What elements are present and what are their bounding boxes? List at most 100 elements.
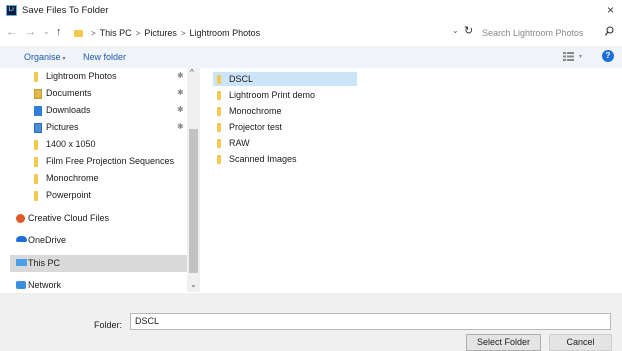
folder-icon [217, 107, 221, 116]
search-input[interactable]: Search Lightroom Photos [477, 24, 618, 40]
sidebar-item-label: Monochrome [46, 173, 99, 183]
scroll-up-icon[interactable]: ^ [190, 68, 194, 77]
breadcrumb-this-pc[interactable]: This PC [100, 28, 132, 38]
sidebar-item-label: Pictures [46, 122, 79, 132]
address-bar[interactable]: > This PC > Pictures > Lightroom Photos [74, 26, 462, 40]
folder-list-item[interactable]: Scanned Images [213, 152, 357, 166]
organise-label: Organise [24, 52, 61, 62]
view-dropdown-icon[interactable]: ▾ [579, 53, 582, 60]
select-folder-button[interactable]: Select Folder [466, 334, 541, 351]
cancel-button[interactable]: Cancel [549, 334, 612, 351]
sidebar-item[interactable]: Powerpoint [10, 187, 187, 204]
sidebar-item-label: This PC [28, 258, 61, 268]
nav-scrollbar-thumb[interactable] [189, 129, 198, 273]
search-placeholder: Search Lightroom Photos [482, 28, 584, 38]
folder-icon [74, 29, 83, 37]
sidebar-item-label: OneDrive [28, 235, 67, 245]
save-files-dialog: Lr Save Files To Folder × ← → ⌄ ↑ > This… [0, 0, 622, 351]
breadcrumb-pictures[interactable]: Pictures [144, 28, 177, 38]
folder-item-label: DSCL [229, 74, 254, 84]
sidebar-item[interactable]: Film Free Projection Sequences [10, 153, 187, 170]
onedrive-icon [16, 236, 27, 242]
folder-icon [217, 91, 221, 100]
sidebar-item-label: Lightroom Photos [46, 71, 117, 81]
sidebar-item-label: Creative Cloud Files [28, 213, 110, 223]
pictures-icon [34, 123, 42, 133]
title-bar: Lr Save Files To Folder × [0, 0, 622, 22]
sidebar-item-label: Documents [46, 88, 92, 98]
folder-name-input[interactable]: DSCL [130, 313, 611, 330]
chevron-down-icon: ▾ [62, 56, 66, 62]
folder-item-label: Monochrome [229, 106, 282, 116]
folder-icon [217, 155, 221, 164]
scroll-down-icon[interactable]: ⌄ [190, 280, 197, 289]
search-icon[interactable] [605, 26, 614, 39]
folder-icon [34, 191, 38, 201]
back-arrow-icon[interactable]: ← [6, 26, 17, 38]
folder-icon [34, 157, 38, 167]
pin-icon: ✱ [177, 88, 184, 97]
folder-item-label: Projector test [229, 122, 283, 132]
folder-icon [217, 75, 221, 84]
folder-list-item[interactable]: Monochrome [213, 104, 357, 118]
downloads-icon [34, 106, 42, 116]
folder-list-item[interactable]: Lightroom Print demo [213, 88, 357, 102]
sidebar-item[interactable]: Lightroom Photos ✱ [10, 68, 187, 85]
pin-icon: ✱ [177, 105, 184, 114]
documents-icon [34, 89, 42, 99]
sidebar-item[interactable]: Documents ✱ [10, 85, 187, 102]
new-folder-button[interactable]: New folder [83, 52, 126, 62]
breadcrumb-separator: > [135, 28, 141, 38]
folder-item-label: Lightroom Print demo [229, 90, 316, 100]
sidebar-item[interactable]: Pictures ✱ [10, 119, 187, 136]
address-row: ← → ⌄ ↑ > This PC > Pictures > Lightroom… [0, 23, 622, 43]
sidebar-item-label: Film Free Projection Sequences [46, 156, 175, 166]
folder-icon [34, 72, 38, 82]
search-icon-glyph [605, 26, 614, 36]
folder-icon [217, 123, 221, 132]
refresh-icon[interactable]: ↻ [464, 24, 473, 37]
up-arrow-icon[interactable]: ↑ [56, 26, 62, 38]
organise-button[interactable]: Organise ▾ [24, 52, 66, 62]
forward-arrow-icon[interactable]: → [25, 26, 36, 38]
navigation-pane: Lightroom Photos ✱ Documents ✱ Downloads ✱ Pic… [10, 68, 187, 292]
toolbar: Organise ▾ New folder ▾ ? [0, 46, 622, 68]
folder-icon [34, 140, 38, 150]
pin-icon: ✱ [177, 122, 184, 131]
this-pc-icon [16, 259, 27, 266]
sidebar-item[interactable]: 1400 x 1050 [10, 136, 187, 153]
folder-item-label: RAW [229, 138, 250, 148]
sidebar-item[interactable]: Creative Cloud Files [10, 210, 187, 227]
breadcrumb-lightroom-photos[interactable]: Lightroom Photos [190, 28, 261, 38]
address-dropdown-icon[interactable]: ⌄ [452, 26, 459, 35]
view-grid-icon [563, 52, 574, 61]
sidebar-item-label: Downloads [46, 105, 91, 115]
folder-list-item[interactable]: DSCL [213, 72, 357, 86]
sidebar-item[interactable]: Network [10, 277, 187, 292]
breadcrumb-separator: > [180, 28, 186, 38]
lightroom-app-icon: Lr [6, 5, 17, 16]
sidebar-item-label: Powerpoint [46, 190, 92, 200]
help-icon[interactable]: ? [602, 50, 614, 62]
folder-icon [217, 139, 221, 148]
folder-label: Folder: [94, 320, 123, 330]
sidebar-item[interactable]: Downloads ✱ [10, 102, 187, 119]
sidebar-item-label: 1400 x 1050 [46, 139, 96, 149]
network-icon [16, 281, 26, 289]
folder-list-item[interactable]: Projector test [213, 120, 357, 134]
pin-icon: ✱ [177, 71, 184, 80]
recent-locations-chevron-icon[interactable]: ⌄ [43, 26, 50, 38]
sidebar-item-label: Network [28, 280, 62, 290]
close-icon[interactable]: × [607, 3, 614, 17]
creative-cloud-icon [16, 214, 25, 223]
folder-list: DSCL Lightroom Print demo Monochrome Projec… [213, 72, 513, 172]
breadcrumb-separator: > [91, 28, 96, 38]
sidebar-item[interactable]: OneDrive [10, 232, 187, 249]
folder-list-item[interactable]: RAW [213, 136, 357, 150]
window-title: Save Files To Folder [22, 5, 109, 16]
folder-icon [34, 174, 38, 184]
sidebar-item[interactable]: Monochrome [10, 170, 187, 187]
folder-item-label: Scanned Images [229, 154, 297, 164]
view-options-icon[interactable] [563, 52, 574, 63]
sidebar-item[interactable]: This PC [10, 255, 187, 272]
